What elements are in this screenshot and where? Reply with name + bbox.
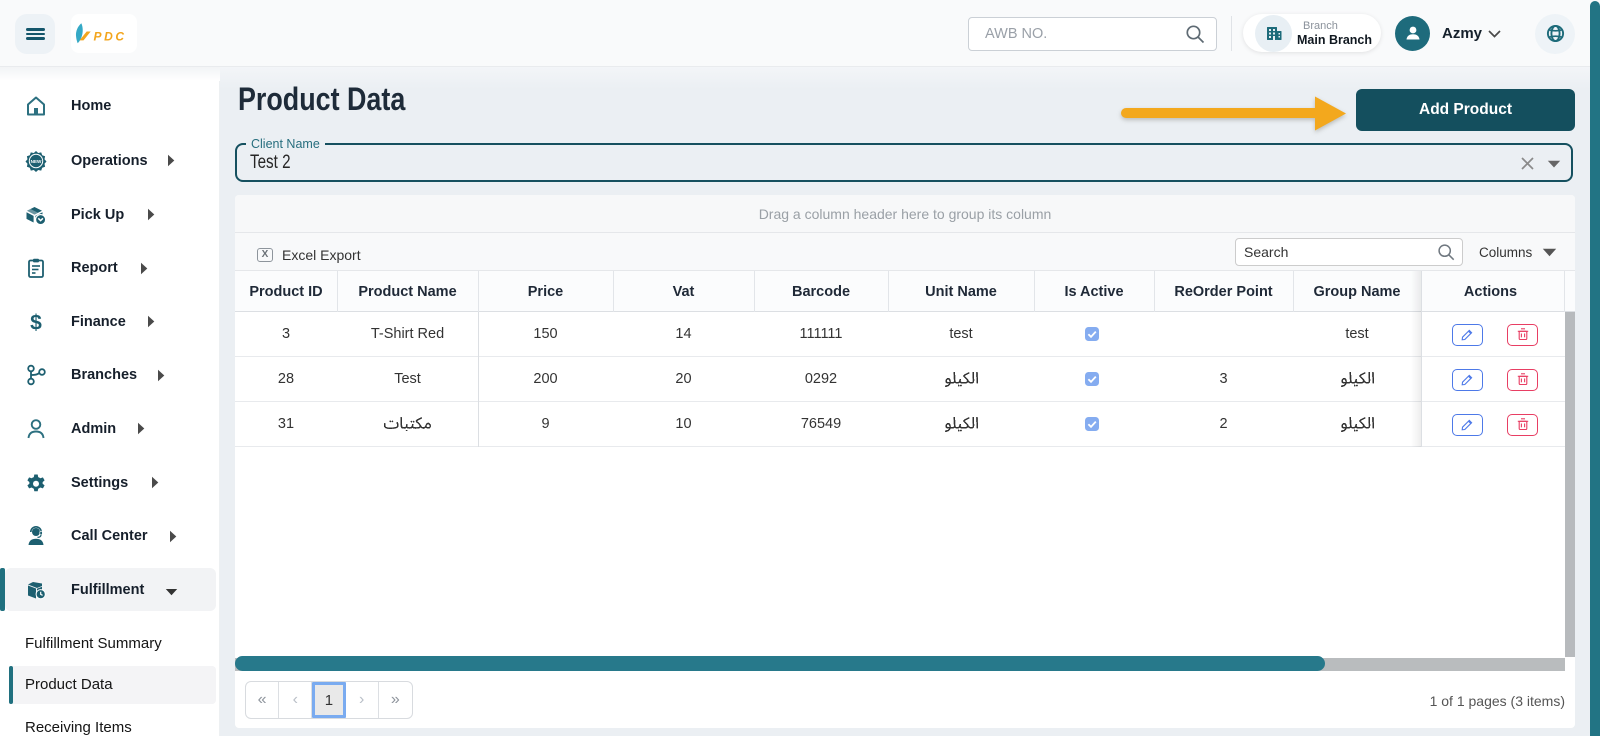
svg-text:$: $ [30,311,42,333]
svg-text:NEW: NEW [31,159,42,164]
svg-text:PDC: PDC [94,29,127,43]
